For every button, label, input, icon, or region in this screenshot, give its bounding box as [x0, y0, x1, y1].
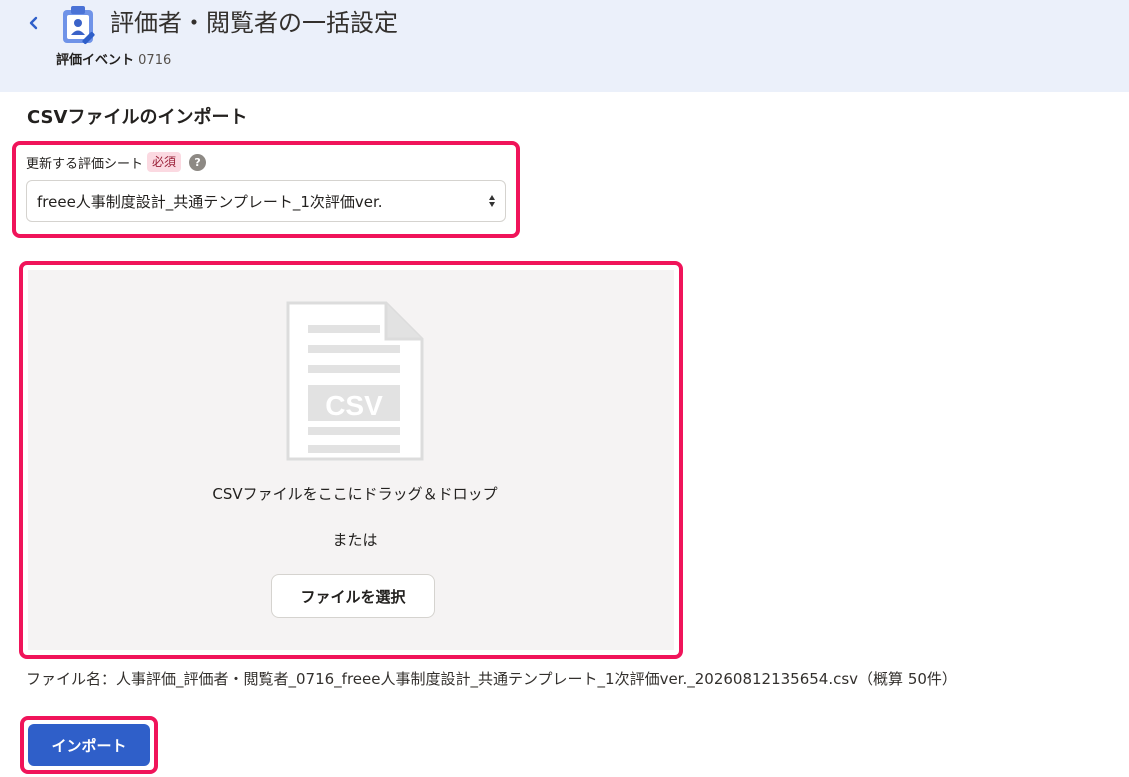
page-header: 評価者・閲覧者の一括設定 評価イベント 0716 — [0, 0, 1129, 92]
evaluation-sheet-select[interactable]: freee人事制度設計_共通テンプレート_1次評価ver. — [26, 180, 506, 222]
event-label: 評価イベント — [56, 53, 135, 68]
section-title: CSVファイルのインポート — [27, 107, 248, 128]
clipboard-user-icon — [63, 6, 95, 45]
back-button[interactable] — [22, 11, 46, 35]
event-value: 0716 — [138, 53, 172, 68]
selected-file-name: ファイル名：人事評価_評価者・閲覧者_0716_freee人事制度設計_共通テン… — [26, 670, 957, 688]
csv-icon-label: CSV — [325, 390, 383, 421]
csv-file-icon: CSV — [286, 301, 424, 461]
chevron-left-icon — [29, 16, 38, 30]
sheet-field-label: 更新する評価シート 必須 ? — [26, 150, 207, 174]
question-circle-icon[interactable]: ? — [189, 153, 207, 171]
dropzone-or-text: または — [332, 531, 378, 549]
import-button[interactable]: インポート — [28, 724, 150, 766]
page-title: 評価者・閲覧者の一括設定 — [110, 9, 398, 37]
dropzone-instruction: CSVファイルをここにドラッグ＆ドロップ — [212, 485, 498, 503]
required-badge: 必須 — [147, 152, 182, 172]
choose-file-button[interactable]: ファイルを選択 — [271, 574, 435, 618]
select-arrows-icon — [488, 193, 496, 209]
evaluation-event-info: 評価イベント 0716 — [56, 52, 171, 70]
sheet-field-label-text: 更新する評価シート — [26, 156, 144, 172]
selected-sheet-value: freee人事制度設計_共通テンプレート_1次評価ver. — [37, 192, 383, 211]
csv-dropzone[interactable]: CSV CSVファイルをここにドラッグ＆ドロップ または ファイルを選択 — [28, 270, 674, 650]
